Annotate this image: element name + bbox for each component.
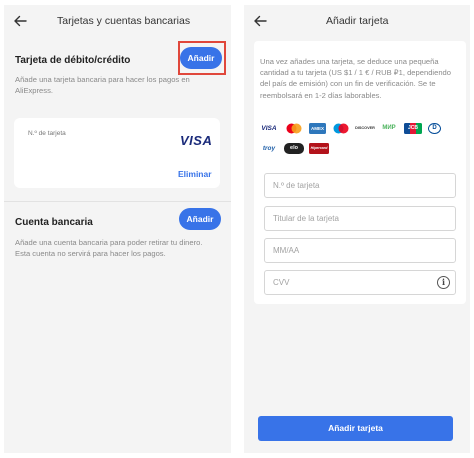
section-divider <box>4 201 231 202</box>
cardholder-input[interactable] <box>265 207 455 230</box>
mir-logo: МИР <box>379 123 399 134</box>
diners-logo: D <box>428 123 441 134</box>
bank-section-description: Añade una cuenta bancaria para poder ret… <box>15 238 203 259</box>
elo-logo: elo <box>284 143 304 154</box>
top-bar: Tarjetas y cuentas bancarias <box>4 5 231 38</box>
add-bank-account-button[interactable]: Añadir <box>179 208 221 230</box>
saved-card[interactable]: N.º de tarjeta VISA Eliminar <box>14 118 220 188</box>
discover-logo: DISCOVER <box>355 123 375 134</box>
cvv-input[interactable] <box>265 271 455 294</box>
card-number-label: N.º de tarjeta <box>28 130 66 137</box>
card-section-description: Añade una tarjeta bancaria para hacer lo… <box>15 75 190 96</box>
mastercard-logo <box>284 123 304 134</box>
card-number-input[interactable] <box>265 174 455 197</box>
card-number-field[interactable] <box>264 173 456 198</box>
cards-and-bank-accounts-screen: Tarjetas y cuentas bancarias Tarjeta de … <box>4 5 231 453</box>
add-card-submit-button[interactable]: Añadir tarjeta <box>258 416 453 441</box>
add-card-panel: Una vez añades una tarjeta, se deduce un… <box>254 41 466 304</box>
back-arrow-icon[interactable] <box>252 13 268 29</box>
info-icon[interactable]: i <box>437 276 450 289</box>
jcb-logo: JCB <box>404 123 422 134</box>
card-section-title: Tarjeta de débito/crédito <box>15 55 131 66</box>
add-card-screen: Añadir tarjeta Una vez añades una tarjet… <box>244 5 470 453</box>
cvv-field[interactable]: i <box>264 270 456 295</box>
back-arrow-icon[interactable] <box>12 13 28 29</box>
highlight-frame <box>178 41 226 75</box>
amex-logo: AMEX <box>309 123 326 134</box>
verification-notice: Una vez añades una tarjeta, se deduce un… <box>260 57 451 100</box>
cardholder-field[interactable] <box>264 206 456 231</box>
page-title: Tarjetas y cuentas bancarias <box>57 15 191 27</box>
page-title: Añadir tarjeta <box>326 15 389 27</box>
visa-logo: VISA <box>259 123 279 134</box>
visa-logo: VISA <box>180 133 213 148</box>
expiry-input[interactable] <box>265 239 455 262</box>
top-bar: Añadir tarjeta <box>244 5 470 38</box>
maestro-logo <box>331 123 351 134</box>
expiry-field[interactable] <box>264 238 456 263</box>
hipercard-logo: Hipercard <box>309 143 329 154</box>
bank-section-title: Cuenta bancaria <box>15 217 93 228</box>
remove-card-link[interactable]: Eliminar <box>178 169 212 179</box>
troy-logo: troy <box>259 143 279 154</box>
